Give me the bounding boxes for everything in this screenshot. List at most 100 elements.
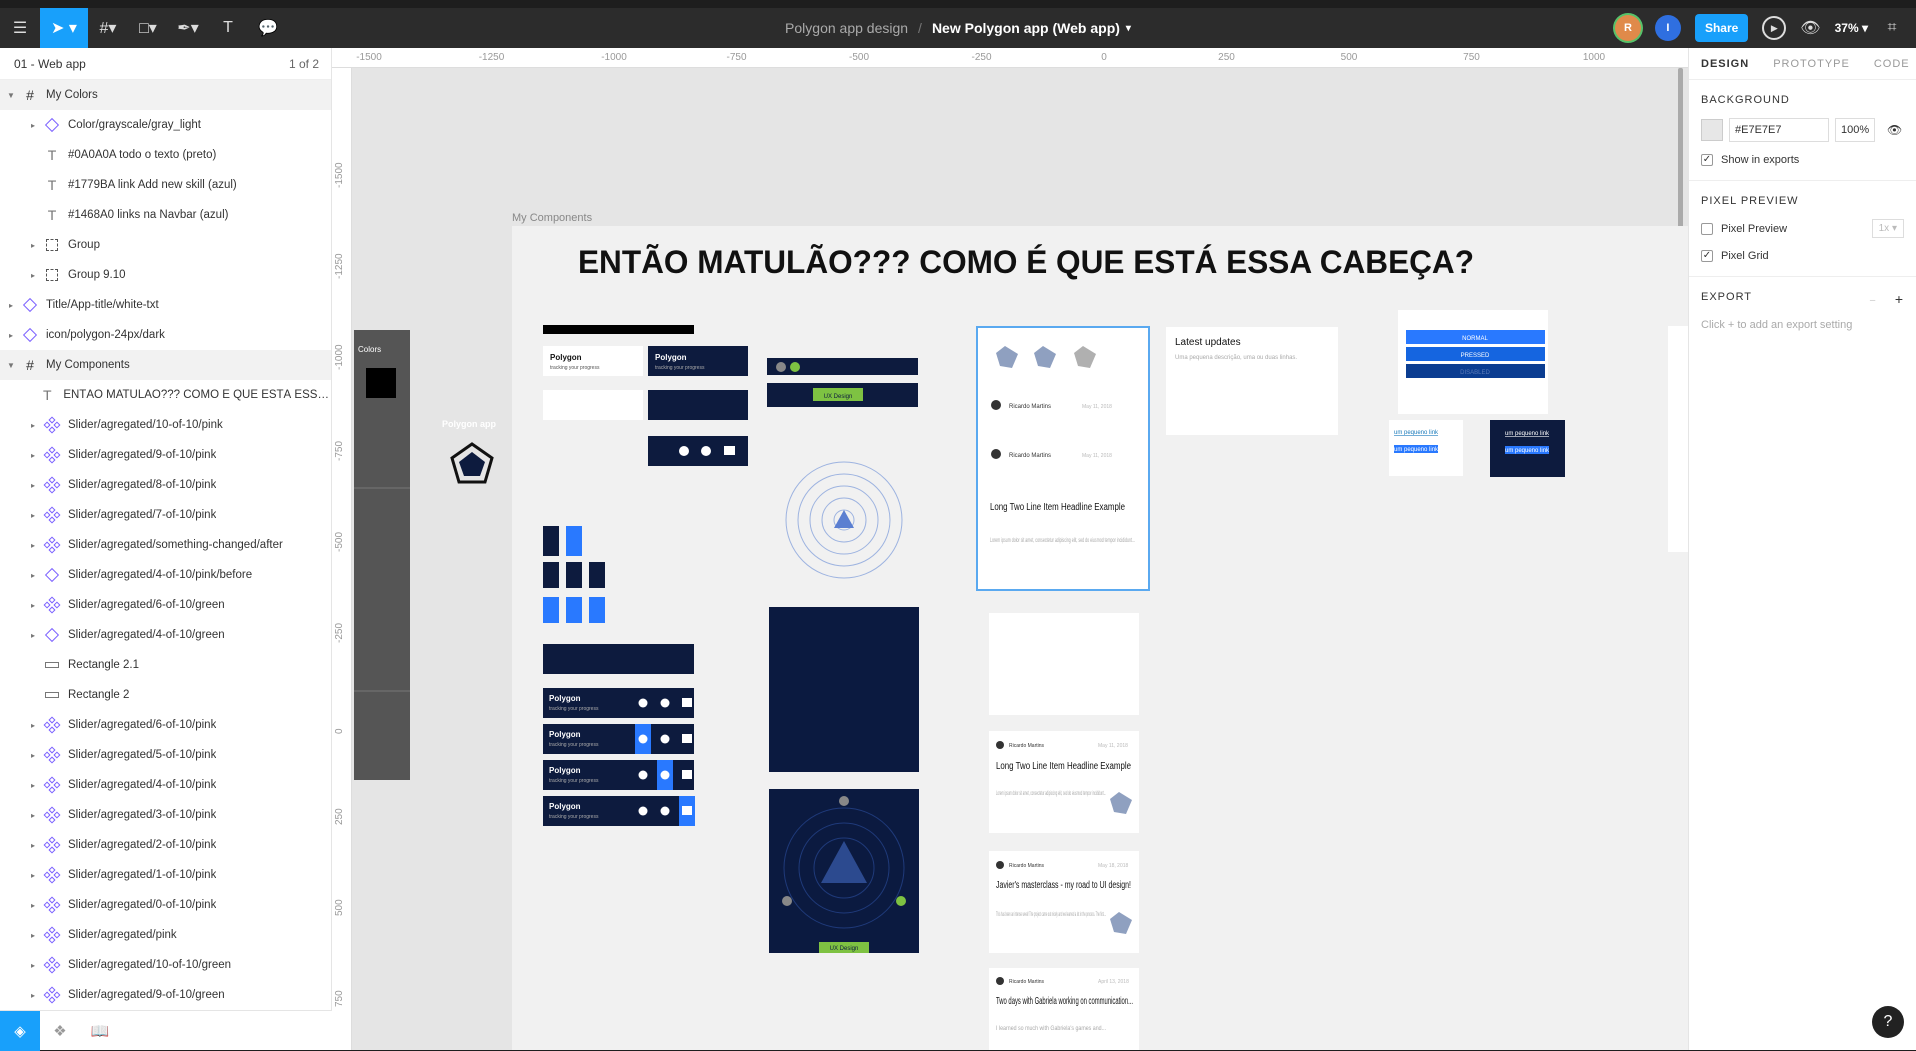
caret-right-icon[interactable]: ▸ xyxy=(28,451,38,460)
layer-row[interactable]: ▸ Slider/agregated/pink xyxy=(0,920,331,950)
caret-down-icon[interactable]: ▼ xyxy=(6,91,16,100)
add-icon[interactable] xyxy=(638,770,648,780)
dark-card[interactable] xyxy=(769,607,919,772)
layer-row[interactable]: ▸ Slider/agregated/3-of-10/pink xyxy=(0,800,331,830)
add-icon[interactable] xyxy=(638,734,648,744)
hamburger-icon[interactable] xyxy=(682,698,692,707)
star-icon[interactable] xyxy=(701,446,711,456)
navbar-variant[interactable]: Polygon tracking your progress xyxy=(543,796,695,826)
add-icon[interactable] xyxy=(638,698,648,708)
button-menu-active[interactable] xyxy=(589,597,605,623)
link-small[interactable]: um pequeno link xyxy=(1505,431,1550,437)
layer-row[interactable]: T #1468A0 links na Navbar (azul) xyxy=(0,200,331,230)
toggle-dot[interactable] xyxy=(776,362,786,372)
layer-row[interactable]: ▸ Title/App-title/white-txt xyxy=(0,290,331,320)
caret-right-icon[interactable]: ▸ xyxy=(28,631,38,640)
link-small-selected[interactable]: um pequeno link xyxy=(1505,448,1550,454)
layer-row[interactable]: ▸ Slider/agregated/8-of-10/pink xyxy=(0,470,331,500)
link-small-selected[interactable]: um pequeno link xyxy=(1394,447,1439,453)
layout-grid-icon[interactable]: ⌗ xyxy=(1882,8,1902,48)
frame-tool-icon[interactable]: #▾ xyxy=(88,8,128,48)
layer-row[interactable]: ▸ Slider/agregated/9-of-10/pink xyxy=(0,440,331,470)
share-button[interactable]: Share xyxy=(1694,14,1749,42)
background-opacity-input[interactable]: 100% xyxy=(1835,118,1875,142)
layer-row[interactable]: ▸ Slider/agregated/4-of-10/pink xyxy=(0,770,331,800)
layer-row[interactable]: T #1779BA link Add new skill (azul) xyxy=(0,170,331,200)
add-icon[interactable] xyxy=(679,446,689,456)
toggle-dot-green[interactable] xyxy=(790,362,800,372)
file-menu-chevron-icon[interactable]: ▾ xyxy=(1126,23,1131,34)
layer-row[interactable]: Rectangle 2 xyxy=(0,680,331,710)
layer-row[interactable]: ▸ icon/polygon-24px/dark xyxy=(0,320,331,350)
avatar-r[interactable]: R xyxy=(1614,15,1641,41)
avatar-i[interactable]: I xyxy=(1654,15,1681,41)
caret-right-icon[interactable]: ▸ xyxy=(6,301,16,310)
button-star[interactable] xyxy=(566,562,582,588)
caret-right-icon[interactable]: ▸ xyxy=(28,751,38,760)
layer-row[interactable]: ▸ Slider/agregated/0-of-10/pink xyxy=(0,890,331,920)
shape-tool-icon[interactable]: □▾ xyxy=(128,8,168,48)
caret-down-icon[interactable]: ▼ xyxy=(6,361,16,370)
file-name[interactable]: New Polygon app (Web app) xyxy=(932,20,1120,36)
layer-row[interactable]: T ENTÃO MATULÃO??? COMO É QUE ESTÁ ESSA C… xyxy=(0,380,331,410)
star-icon[interactable] xyxy=(660,770,670,780)
layer-row[interactable]: ▼ # My Colors xyxy=(0,80,331,110)
caret-right-icon[interactable]: ▸ xyxy=(28,991,38,1000)
hamburger-icon[interactable] xyxy=(682,806,692,815)
hamburger-icon[interactable] xyxy=(682,770,692,779)
icon-bar-dark[interactable] xyxy=(648,390,748,420)
layer-row[interactable]: ▸ Color/grayscale/gray_light xyxy=(0,110,331,140)
library-tab-icon[interactable]: 📖 xyxy=(80,1011,120,1051)
tab-dark[interactable] xyxy=(543,526,559,556)
navbar-variant[interactable]: Polygon tracking your progress xyxy=(543,724,694,754)
caret-right-icon[interactable]: ▸ xyxy=(28,421,38,430)
navbar-variant[interactable]: Polygon tracking your progress xyxy=(543,760,694,790)
layer-row[interactable]: ▸ Group xyxy=(0,230,331,260)
pixel-preview-row[interactable]: Pixel Preview 1x ▾ xyxy=(1701,219,1904,238)
canvas[interactable]: -1500 -1250 -1000 -750 -500 -250 0 250 500 750 100… xyxy=(332,48,1688,1050)
layer-row[interactable]: ▸ Slider/agregated/7-of-10/pink xyxy=(0,500,331,530)
pixel-grid-row[interactable]: ✓ Pixel Grid xyxy=(1701,250,1904,262)
button-states-frame[interactable] xyxy=(1398,310,1548,414)
caret-right-icon[interactable]: ▸ xyxy=(6,331,16,340)
layer-row[interactable]: Rectangle 2.1 xyxy=(0,650,331,680)
hamburger-icon[interactable] xyxy=(682,734,692,743)
pen-tool-icon[interactable]: ✒▾ xyxy=(168,8,208,48)
show-in-exports-checkbox[interactable]: ✓ xyxy=(1701,154,1713,166)
caret-right-icon[interactable]: ▸ xyxy=(28,121,38,130)
comment-tool-icon[interactable]: 💬 xyxy=(248,8,288,48)
remove-export-icon[interactable]: − xyxy=(1869,295,1876,307)
layer-row[interactable]: ▼ # My Components xyxy=(0,350,331,380)
layer-row[interactable]: ▸ Slider/agregated/9-of-10/green xyxy=(0,980,331,1010)
toggle-bar[interactable] xyxy=(767,358,918,375)
caret-right-icon[interactable]: ▸ xyxy=(28,781,38,790)
caret-right-icon[interactable]: ▸ xyxy=(28,841,38,850)
move-tool-icon[interactable]: ➤ ▾ xyxy=(40,8,88,48)
zoom-level[interactable]: 37% ▾ xyxy=(1835,21,1868,35)
caret-right-icon[interactable]: ▸ xyxy=(28,961,38,970)
caret-right-icon[interactable]: ▸ xyxy=(28,931,38,940)
visibility-eye-icon[interactable]: 👁 xyxy=(1887,123,1902,137)
tab-blue[interactable] xyxy=(566,526,582,556)
layer-row[interactable]: ▸ Group 9.10 xyxy=(0,260,331,290)
star-icon[interactable] xyxy=(660,806,670,816)
background-hex-input[interactable]: #E7E7E7 xyxy=(1729,118,1829,142)
hamburger-icon[interactable] xyxy=(724,446,735,455)
layer-row[interactable]: ▸ Slider/agregated/5-of-10/pink xyxy=(0,740,331,770)
caret-right-icon[interactable]: ▸ xyxy=(28,721,38,730)
layers-tab-icon[interactable]: ◈ xyxy=(0,1011,40,1051)
layer-row[interactable]: ▸ Slider/agregated/1-of-10/pink xyxy=(0,860,331,890)
star-icon[interactable] xyxy=(660,698,670,708)
star-icon[interactable] xyxy=(660,734,670,744)
add-export-icon[interactable]: + xyxy=(1895,291,1904,307)
layer-row[interactable]: ▸ Slider/agregated/4-of-10/green xyxy=(0,620,331,650)
button-star-active[interactable] xyxy=(566,597,582,623)
menu-icon[interactable]: ☰ xyxy=(0,8,40,48)
button-menu[interactable] xyxy=(589,562,605,588)
pixel-grid-checkbox[interactable]: ✓ xyxy=(1701,250,1713,262)
caret-right-icon[interactable]: ▸ xyxy=(28,511,38,520)
present-icon[interactable]: ▶ xyxy=(1762,16,1787,40)
partial-frame[interactable] xyxy=(1668,326,1688,552)
caret-right-icon[interactable]: ▸ xyxy=(28,481,38,490)
layer-row[interactable]: ▸ Slider/agregated/something-changed/afte… xyxy=(0,530,331,560)
